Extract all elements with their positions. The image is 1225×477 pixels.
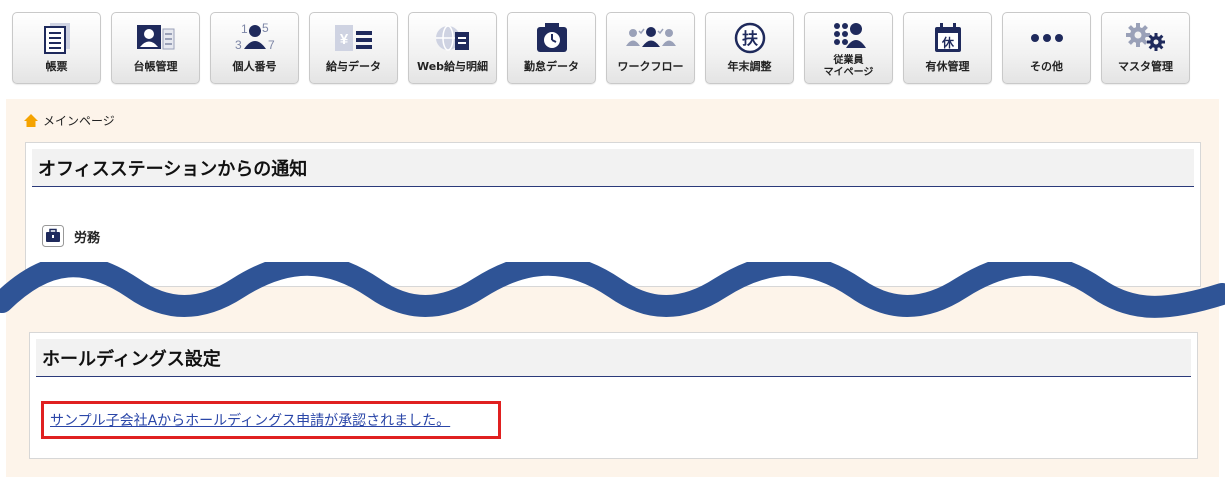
breadcrumb-current[interactable]: メインページ xyxy=(43,112,115,129)
paid-leave-calendar-icon: 休 xyxy=(904,21,991,55)
toolbar-button-attendance[interactable]: 勤怠データ xyxy=(507,12,596,84)
attendance-clock-icon xyxy=(508,21,595,55)
breadcrumb: メインページ xyxy=(23,111,115,129)
more-dots-icon xyxy=(1003,21,1090,55)
toolbar-button-label-line2: マイページ xyxy=(823,67,874,78)
fu-glyph: 扶 xyxy=(741,29,758,48)
digit-five-glyph: 5 xyxy=(262,21,269,35)
toolbar-button-label: 給与データ xyxy=(326,60,381,73)
briefcase-icon xyxy=(42,225,64,247)
workflow-people-icon xyxy=(607,21,694,55)
toolbar-button-salary-data[interactable]: ¥ 給与データ xyxy=(309,12,398,84)
document-list-icon xyxy=(13,21,100,55)
employee-mypage-icon xyxy=(805,18,892,52)
toolbar-button-web-payslip[interactable]: Web給与明細 xyxy=(408,12,497,84)
toolbar-button-label: Web給与明細 xyxy=(416,60,489,73)
ledger-person-icon xyxy=(112,21,199,55)
toolbar-button-label-line1: 従業員 xyxy=(833,55,864,66)
kyu-glyph: 休 xyxy=(940,35,954,50)
web-payslip-icon xyxy=(409,21,496,55)
yen-glyph: ¥ xyxy=(339,31,348,48)
master-gears-icon xyxy=(1102,21,1189,55)
digit-seven-glyph: 7 xyxy=(268,38,275,52)
toolbar-button-label: 有休管理 xyxy=(925,60,970,73)
toolbar-button-label: その他 xyxy=(1030,60,1063,73)
notifications-panel-title: オフィスステーションからの通知 xyxy=(32,149,1194,187)
toolbar-button-personal-number[interactable]: 1 5 3 7 個人番号 xyxy=(210,12,299,84)
toolbar-button-label: 年末調整 xyxy=(727,60,772,73)
toolbar-button-forms[interactable]: 帳票 xyxy=(12,12,101,84)
highlight-box: サンプル子会社Aからホールディングス申請が承認されました。 xyxy=(41,401,501,439)
digit-one-glyph: 1 xyxy=(241,22,248,36)
toolbar-button-workflow[interactable]: ワークフロー xyxy=(606,12,695,84)
toolbar-button-ledger[interactable]: 台帳管理 xyxy=(111,12,200,84)
toolbar-button-label: 個人番号 xyxy=(232,60,277,73)
home-icon xyxy=(24,113,38,127)
toolbar-button-year-end[interactable]: 扶 年末調整 xyxy=(705,12,794,84)
notification-category-label: 労務 xyxy=(74,230,101,246)
salary-data-icon: ¥ xyxy=(310,21,397,55)
toolbar-button-paid-leave[interactable]: 休 有休管理 xyxy=(903,12,992,84)
toolbar-button-other[interactable]: その他 xyxy=(1002,12,1091,84)
toolbar-button-label: 台帳管理 xyxy=(133,60,178,73)
toolbar-button-label: マスタ管理 xyxy=(1118,60,1173,73)
holdings-panel-title: ホールディングス設定 xyxy=(36,339,1191,377)
toolbar-button-label: ワークフロー xyxy=(617,60,684,73)
toolbar-button-label: 従業員 マイページ xyxy=(805,55,892,79)
toolbar-button-label: 帳票 xyxy=(45,60,68,73)
toolbar-button-label: 勤怠データ xyxy=(524,60,579,73)
year-end-adjustment-icon: 扶 xyxy=(706,21,793,55)
personal-number-icon: 1 5 3 7 xyxy=(211,21,298,55)
holdings-approval-link[interactable]: サンプル子会社Aからホールディングス申請が承認されました。 xyxy=(50,410,450,430)
holdings-panel: ホールディングス設定 サンプル子会社Aからホールディングス申請が承認されました。 xyxy=(29,332,1198,459)
content-omission-wave xyxy=(0,262,1225,318)
notification-category: 労務 xyxy=(42,225,100,247)
digit-three-glyph: 3 xyxy=(235,38,242,52)
toolbar-button-master[interactable]: マスタ管理 xyxy=(1101,12,1190,84)
toolbar-button-employee-mypage[interactable]: 従業員 マイページ xyxy=(804,12,893,84)
